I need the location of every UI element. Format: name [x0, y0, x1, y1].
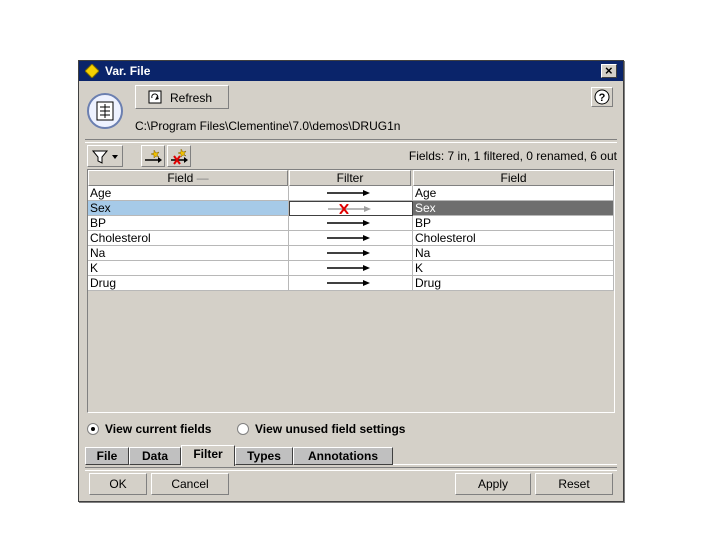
- view-unused-settings-label[interactable]: View unused field settings: [255, 422, 405, 436]
- filter-options-menu[interactable]: [87, 145, 123, 167]
- pass-arrow-icon: [327, 250, 370, 256]
- close-icon: ×: [605, 63, 613, 78]
- separator: [85, 467, 617, 471]
- diamond-icon: [85, 64, 99, 78]
- ok-button[interactable]: OK: [89, 473, 147, 495]
- input-field-name[interactable]: Na: [88, 246, 289, 261]
- pass-arrow-icon: [327, 190, 370, 196]
- output-field-name[interactable]: Cholesterol: [413, 231, 614, 246]
- table-row[interactable]: Cholesterol Cholesterol: [88, 231, 614, 246]
- output-field-name[interactable]: Sex: [413, 201, 614, 216]
- tab-file[interactable]: File: [85, 447, 129, 465]
- svg-text:?: ?: [599, 92, 606, 104]
- refresh-button[interactable]: Refresh: [135, 85, 229, 109]
- pass-arrow-icon: [327, 265, 370, 271]
- filter-all-fields-button[interactable]: [167, 145, 191, 167]
- table-header: Field — Filter Field: [88, 170, 614, 186]
- filter-toggle[interactable]: [289, 261, 413, 276]
- block-arrow-icon: [171, 148, 188, 165]
- filter-table: Field — Filter Field Age Age Sex Sex BP BP Cho…: [87, 169, 615, 413]
- table-row[interactable]: KK: [88, 261, 614, 276]
- pass-arrow-icon: [327, 280, 370, 286]
- table-row[interactable]: Na Na: [88, 246, 614, 261]
- header-label: Field: [167, 171, 194, 185]
- filter-toggle[interactable]: [289, 201, 413, 216]
- help-button[interactable]: ?: [591, 87, 613, 107]
- output-field-name[interactable]: K: [413, 261, 614, 276]
- close-button[interactable]: ×: [601, 63, 617, 78]
- sort-indicator: —: [196, 171, 209, 185]
- refresh-icon: [148, 90, 162, 104]
- filter-toggle[interactable]: [289, 246, 413, 261]
- var-file-dialog: Var. File × Refresh ? C:\Program Files\C…: [78, 60, 624, 502]
- filtered-arrow-icon: [328, 204, 371, 214]
- input-field-name[interactable]: Age: [88, 186, 289, 201]
- fields-summary: Fields: 7 in, 1 filtered, 0 renamed, 6 o…: [408, 149, 617, 163]
- filter-toggle[interactable]: [289, 216, 413, 231]
- pass-arrow-icon: [327, 235, 370, 241]
- refresh-label: Refresh: [170, 91, 213, 105]
- input-field-name[interactable]: Sex: [88, 201, 289, 216]
- column-header-output-field[interactable]: Field: [413, 170, 614, 186]
- window-title: Var. File: [105, 64, 151, 78]
- document-icon: [96, 101, 114, 121]
- pass-arrow-icon: [145, 149, 162, 163]
- tab-filter[interactable]: Filter: [181, 445, 235, 466]
- tab-annotations[interactable]: Annotations: [293, 447, 393, 465]
- tab-types[interactable]: Types: [235, 447, 293, 465]
- output-field-name[interactable]: Na: [413, 246, 614, 261]
- separator: [85, 139, 617, 143]
- input-field-name[interactable]: BP: [88, 216, 289, 231]
- table-row[interactable]: Drug Drug: [88, 276, 614, 291]
- source-node-icon: [87, 93, 123, 129]
- pass-arrow-icon: [327, 220, 370, 226]
- tab-data[interactable]: Data: [129, 447, 181, 465]
- filter-toggle[interactable]: [289, 276, 413, 291]
- column-header-input-field[interactable]: Field —: [88, 170, 288, 186]
- reset-button[interactable]: Reset: [535, 473, 613, 495]
- apply-button[interactable]: Apply: [455, 473, 531, 495]
- table-row[interactable]: Sex Sex: [88, 201, 614, 216]
- input-field-name[interactable]: Drug: [88, 276, 289, 291]
- table-row[interactable]: BP BP: [88, 216, 614, 231]
- output-field-name[interactable]: BP: [413, 216, 614, 231]
- filter-toggle[interactable]: [289, 231, 413, 246]
- output-field-name[interactable]: Age: [413, 186, 614, 201]
- title-bar[interactable]: Var. File ×: [79, 61, 623, 81]
- funnel-icon: [92, 150, 118, 164]
- cancel-button[interactable]: Cancel: [151, 473, 229, 495]
- enable-all-fields-button[interactable]: [141, 145, 165, 167]
- filter-toggle[interactable]: [289, 186, 413, 201]
- tab-bar: File Data Filter Types Annotations: [85, 445, 395, 466]
- file-path: C:\Program Files\Clementine\7.0\demos\DR…: [135, 119, 401, 133]
- column-header-filter[interactable]: Filter: [289, 170, 411, 186]
- input-field-name[interactable]: K: [88, 261, 289, 276]
- output-field-name[interactable]: Drug: [413, 276, 614, 291]
- table-row[interactable]: Age Age: [88, 186, 614, 201]
- view-unused-settings-radio[interactable]: [237, 423, 249, 435]
- help-icon: ?: [594, 89, 610, 105]
- view-current-fields-label[interactable]: View current fields: [105, 422, 211, 436]
- input-field-name[interactable]: Cholesterol: [88, 231, 289, 246]
- view-current-fields-radio[interactable]: [87, 423, 99, 435]
